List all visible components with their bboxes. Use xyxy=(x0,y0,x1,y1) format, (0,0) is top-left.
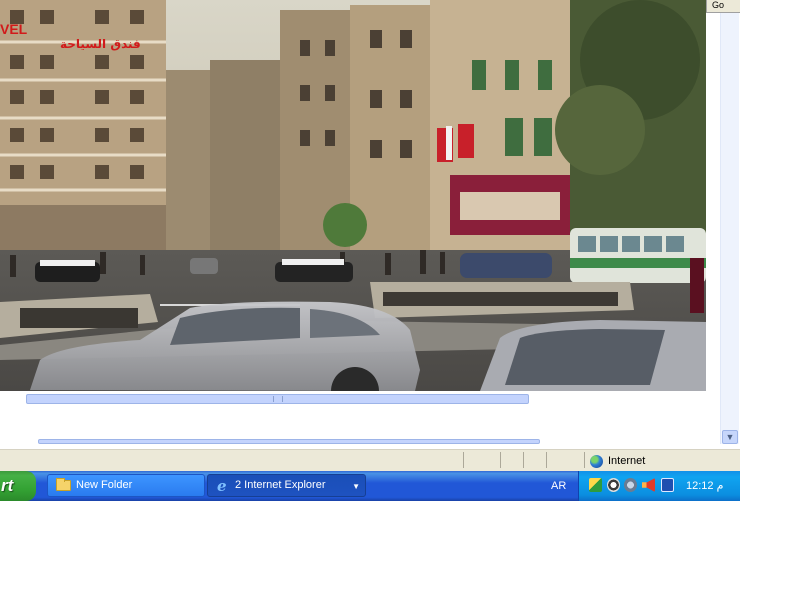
taskbar-item-label: 2 Internet Explorer xyxy=(235,479,326,491)
media-tray-icon[interactable] xyxy=(624,478,637,492)
status-divider xyxy=(500,452,501,468)
taskbar: rt New Folder e 2 Internet Explorer ▼ AR… xyxy=(0,471,740,501)
page-horizontal-scrollbar-thumb[interactable] xyxy=(38,439,540,444)
security-zone[interactable]: Internet xyxy=(590,453,645,469)
status-bar: Internet xyxy=(0,449,740,471)
go-button-label: Go xyxy=(712,0,725,10)
display-tray-icon[interactable] xyxy=(661,478,674,492)
vertical-scroll-track[interactable] xyxy=(721,13,739,430)
vertical-scrollbar[interactable]: ▼ xyxy=(720,13,739,444)
taskbar-item-label: New Folder xyxy=(76,479,133,491)
security-zone-label: Internet xyxy=(608,455,646,467)
browser-viewport: VEL فندق السياحة Go ▼ xyxy=(0,0,740,470)
taskbar-item-internet-explorer[interactable]: e 2 Internet Explorer ▼ xyxy=(207,474,366,497)
network-tray-icon[interactable] xyxy=(589,478,602,492)
status-divider xyxy=(546,452,547,468)
scroll-down-arrow-icon[interactable]: ▼ xyxy=(722,430,738,444)
start-button[interactable]: rt xyxy=(0,471,36,501)
scroll-grip-icon xyxy=(273,396,283,402)
start-button-label: rt xyxy=(1,476,14,495)
image-horizontal-scrollbar-thumb[interactable] xyxy=(26,394,529,404)
ie-icon: e xyxy=(217,476,227,495)
folder-icon xyxy=(56,478,71,491)
messenger-tray-icon[interactable] xyxy=(607,478,620,492)
system-tray: 12:12 م xyxy=(578,471,740,501)
status-divider xyxy=(463,452,464,468)
taskbar-item-new-folder[interactable]: New Folder xyxy=(47,474,205,497)
status-divider xyxy=(523,452,524,468)
volume-icon[interactable] xyxy=(642,478,655,492)
clock[interactable]: 12:12 م xyxy=(686,479,723,492)
hotel-sign-vel: VEL xyxy=(0,21,28,37)
language-indicator[interactable]: AR xyxy=(551,480,566,492)
street-photo: VEL فندق السياحة xyxy=(0,0,706,391)
status-divider xyxy=(584,452,585,468)
hotel-sign-arabic: فندق السياحة xyxy=(60,37,141,51)
globe-icon xyxy=(590,454,603,468)
go-button[interactable]: Go xyxy=(706,0,740,13)
chevron-down-icon: ▼ xyxy=(352,482,360,491)
